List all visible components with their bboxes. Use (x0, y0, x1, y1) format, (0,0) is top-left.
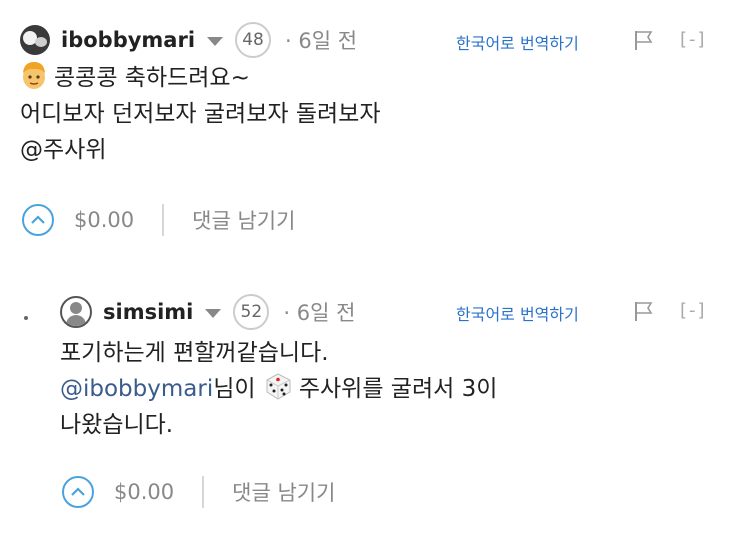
reply-link[interactable]: 댓글 남기기 (232, 477, 335, 507)
collapse-toggle[interactable]: [-] (680, 300, 707, 321)
mention-link[interactable]: @ibobbymari (60, 376, 213, 402)
timestamp[interactable]: · 6일 전 (285, 25, 357, 55)
divider (162, 204, 165, 236)
comment-body: 포기하는게 편할꺼같습니다. @ibobbymari님이 주사위를 굴려서 3이… (60, 335, 497, 443)
comment-line: 나왔습니다. (60, 412, 174, 438)
comment-text: 주사위를 굴려서 3이 (298, 376, 498, 402)
username[interactable]: simsimi (103, 300, 193, 324)
collapse-toggle[interactable]: [-] (680, 29, 707, 50)
comment-line: @ibobbymari님이 주사위를 굴려서 3이 (60, 371, 497, 407)
translate-link[interactable]: 한국어로 번역하기 (456, 30, 579, 54)
comment-header: simsimi 52 · 6일 전 (60, 292, 355, 332)
avatar[interactable] (60, 296, 92, 328)
reputation-badge: 48 (235, 22, 272, 58)
upvote-chevron-icon (71, 487, 85, 496)
caret-down-icon[interactable] (207, 36, 224, 46)
avatar[interactable] (20, 25, 50, 55)
thread-indent-dot (24, 316, 28, 320)
payout-value[interactable]: $0.00 (114, 480, 174, 504)
payout-value[interactable]: $0.00 (74, 208, 134, 232)
divider (202, 476, 205, 508)
avatar-body (66, 315, 86, 326)
comment-line-text: 콩콩콩 축하드려요~ (54, 65, 250, 91)
comment-line: 어디보자 던저보자 굴려보자 돌려보자 (20, 101, 381, 127)
person-face-emoji-icon (23, 62, 45, 89)
comment-line: 포기하는게 편할꺼같습니다. (60, 340, 329, 366)
upvote-button[interactable] (62, 476, 94, 508)
dice-icon (266, 373, 291, 400)
comment-footer: $0.00 댓글 남기기 (62, 475, 335, 509)
reply-link[interactable]: 댓글 남기기 (192, 205, 295, 235)
timestamp[interactable]: · 6일 전 (283, 297, 355, 327)
comment-footer: $0.00 댓글 남기기 (22, 203, 295, 237)
upvote-button[interactable] (22, 204, 54, 236)
username[interactable]: ibobbymari (61, 28, 195, 52)
reputation-badge: 52 (233, 294, 270, 330)
comment-line: @주사위 (20, 137, 107, 163)
flag-icon[interactable] (634, 301, 654, 321)
translate-link[interactable]: 한국어로 번역하기 (456, 301, 579, 325)
comment-text: 님이 (213, 376, 256, 402)
flag-icon[interactable] (634, 30, 654, 50)
comment-header: ibobbymari 48 · 6일 전 (20, 20, 357, 60)
avatar-head (70, 302, 82, 314)
caret-down-icon[interactable] (205, 308, 222, 318)
comment-line: 콩콩콩 축하드려요~ (20, 60, 381, 96)
upvote-chevron-icon (31, 215, 45, 224)
comment-body: 콩콩콩 축하드려요~ 어디보자 던저보자 굴려보자 돌려보자 @주사위 (20, 60, 381, 168)
